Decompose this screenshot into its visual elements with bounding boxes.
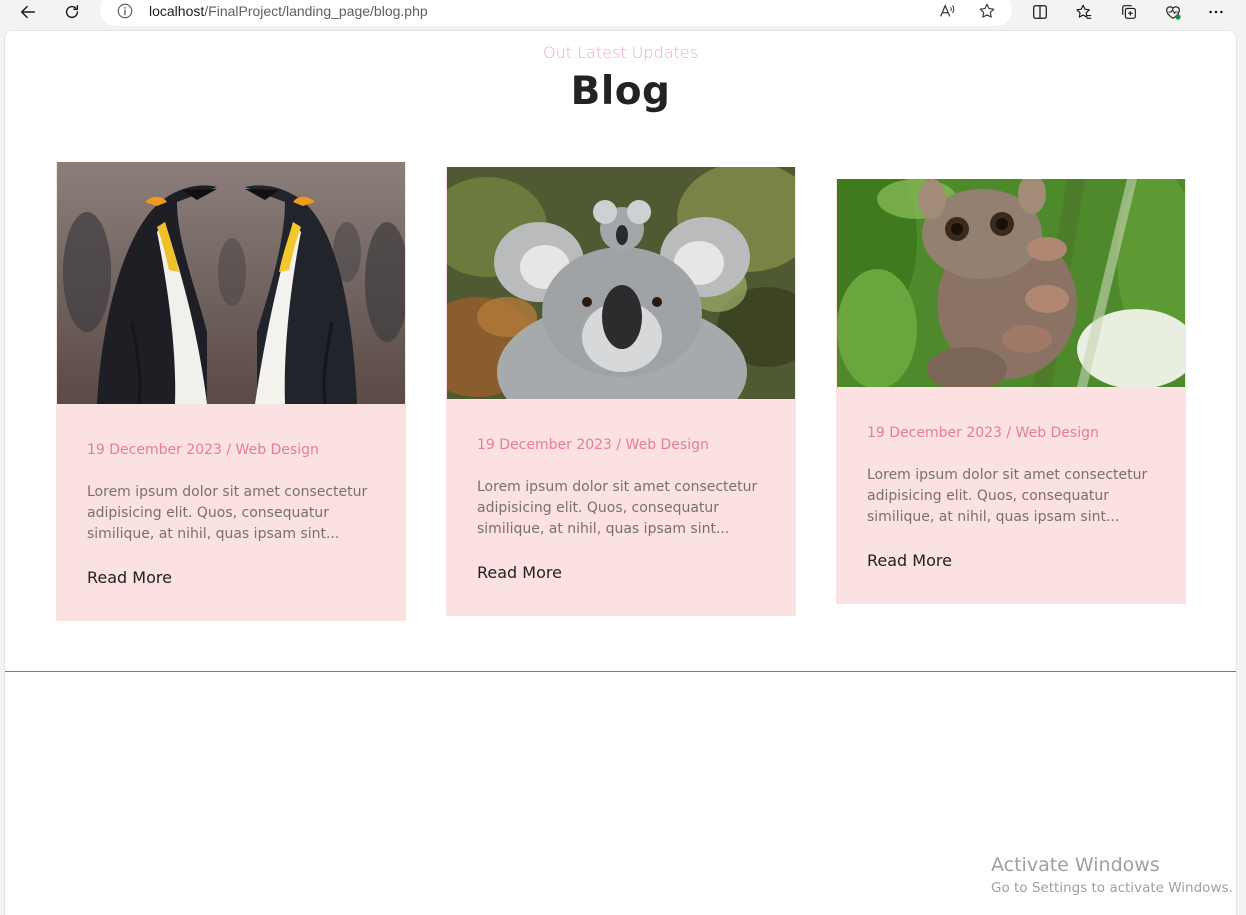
address-bar[interactable]: localhost/FinalProject/landing_page/blog… bbox=[100, 0, 1012, 26]
url-text[interactable]: localhost/FinalProject/landing_page/blog… bbox=[149, 3, 428, 19]
url-host: localhost bbox=[149, 3, 205, 19]
read-more-link[interactable]: Read More bbox=[477, 563, 562, 582]
post-meta: 19 December 2023 / Web Design bbox=[87, 442, 319, 458]
post-meta: 19 December 2023 / Web Design bbox=[867, 425, 1099, 441]
back-arrow-icon[interactable] bbox=[13, 0, 43, 24]
watermark-title: Activate Windows bbox=[991, 854, 1160, 876]
post-meta: 19 December 2023 / Web Design bbox=[477, 437, 709, 453]
split-screen-icon[interactable] bbox=[1025, 0, 1055, 24]
read-more-link[interactable]: Read More bbox=[867, 551, 952, 570]
koala-photo[interactable] bbox=[447, 167, 795, 399]
read-aloud-icon[interactable] bbox=[938, 2, 956, 20]
post-excerpt: Lorem ipsum dolor sit amet consectetur a… bbox=[867, 467, 1148, 525]
section-divider bbox=[5, 671, 1236, 672]
post-excerpt: Lorem ipsum dolor sit amet consectetur a… bbox=[477, 479, 758, 537]
activate-windows-watermark: Activate Windows Go to Settings to activ… bbox=[991, 853, 1233, 899]
more-options-icon[interactable] bbox=[1201, 0, 1231, 24]
read-more-link[interactable]: Read More bbox=[87, 568, 172, 587]
page-title: Blog bbox=[570, 69, 671, 114]
page-viewport: Out Latest Updates Blog 19 December 2023… bbox=[4, 30, 1237, 915]
browser-toolbar: localhost/FinalProject/landing_page/blog… bbox=[0, 0, 1246, 30]
blog-card: 19 December 2023 / Web Design Lorem ipsu… bbox=[836, 179, 1186, 604]
refresh-icon[interactable] bbox=[57, 0, 87, 24]
post-excerpt: Lorem ipsum dolor sit amet consectetur a… bbox=[87, 484, 368, 542]
url-path: /FinalProject/landing_page/blog.php bbox=[204, 3, 428, 19]
tarsier-photo[interactable] bbox=[837, 179, 1185, 387]
blog-card: 19 December 2023 / Web Design Lorem ipsu… bbox=[446, 167, 796, 616]
blog-card: 19 December 2023 / Web Design Lorem ipsu… bbox=[56, 162, 406, 621]
section-subtitle: Out Latest Updates bbox=[543, 43, 698, 62]
browser-essentials-icon[interactable] bbox=[1158, 0, 1188, 24]
collections-icon[interactable] bbox=[1114, 0, 1144, 24]
site-info-icon[interactable] bbox=[116, 2, 134, 20]
watermark-subtitle: Go to Settings to activate Windows. bbox=[991, 880, 1233, 896]
favorite-star-icon[interactable] bbox=[978, 2, 996, 20]
penguins-photo[interactable] bbox=[57, 162, 405, 404]
favorites-icon[interactable] bbox=[1069, 0, 1099, 24]
